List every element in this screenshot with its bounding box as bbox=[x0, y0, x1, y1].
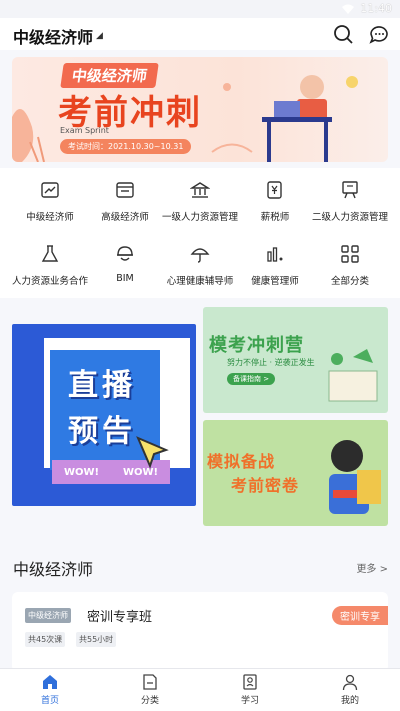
category-grid: 中级经济师 高级经济师 一级人力资源管理 薪税师 二级人力资源管理 人力资源业务… bbox=[0, 168, 400, 298]
section-more-link[interactable]: 更多 > bbox=[356, 560, 388, 575]
mock-camp-card[interactable]: 模考冲刺营 努力不停止 · 逆袭正发生 备课指南 > bbox=[203, 307, 388, 413]
caret-down-icon[interactable]: ◢ bbox=[96, 31, 103, 41]
live-preview-card[interactable]: 直播 预告 WOW! WOW! bbox=[12, 324, 196, 506]
yen-doc-icon bbox=[267, 181, 282, 199]
flask-icon bbox=[41, 245, 59, 262]
banner-subtitle: Exam Sprint bbox=[60, 126, 109, 135]
course-card[interactable]: 中级经济师 密训专享班 密训专享 共45次课 共55小时 bbox=[12, 592, 388, 672]
top-bar: 中级经济师 ◢ bbox=[0, 18, 400, 50]
student-illustration bbox=[329, 440, 381, 514]
tab-home[interactable]: 首页 bbox=[20, 673, 80, 706]
category-item-hrbp[interactable]: 人力资源业务合作 bbox=[10, 244, 90, 287]
course-lessons: 共45次课 bbox=[25, 632, 66, 647]
book-illustration bbox=[328, 349, 378, 402]
tab-study[interactable]: 学习 bbox=[220, 673, 280, 706]
easel-icon bbox=[342, 181, 358, 199]
exam-sprint-banner[interactable]: 中级经济师 考前冲刺 Exam Sprint 考试时间：2021.10.30~1… bbox=[12, 57, 388, 162]
bottom-tab-bar: 首页 分类 学习 我的 bbox=[0, 668, 400, 711]
course-hours: 共55小时 bbox=[76, 632, 117, 647]
camp-guide-button[interactable]: 备课指南 > bbox=[227, 373, 276, 385]
window-icon bbox=[116, 182, 134, 198]
tab-category[interactable]: 分类 bbox=[120, 673, 180, 706]
bars-icon bbox=[267, 247, 283, 262]
camp-title: 模考冲刺营 bbox=[209, 335, 304, 356]
category-item-bim[interactable]: BIM bbox=[85, 244, 165, 284]
helmet-icon bbox=[117, 246, 133, 261]
category-item-erji-hr[interactable]: 二级人力资源管理 bbox=[310, 180, 390, 223]
course-tag: 中级经济师 bbox=[25, 608, 71, 623]
tab-mine[interactable]: 我的 bbox=[320, 673, 380, 706]
course-name: 密训专享班 bbox=[87, 610, 153, 625]
mock-exam-card[interactable]: 模拟备战 考前密卷 bbox=[203, 420, 388, 526]
home-icon bbox=[43, 675, 57, 689]
category-item-jiankang[interactable]: 健康管理师 bbox=[235, 244, 315, 287]
live-title-line2: 预告 bbox=[68, 414, 136, 449]
message-icon[interactable] bbox=[368, 23, 390, 45]
wifi-icon bbox=[342, 4, 355, 14]
category-item-yiji-hr[interactable]: 一级人力资源管理 bbox=[160, 180, 240, 223]
grid-icon bbox=[341, 245, 359, 263]
live-title-line1: 直播 bbox=[68, 368, 136, 403]
mock-title-line1: 模拟备战 bbox=[207, 452, 276, 471]
search-icon[interactable] bbox=[332, 23, 354, 45]
cursor-icon bbox=[136, 436, 169, 469]
page-title[interactable]: 中级经济师 bbox=[13, 24, 93, 48]
study-icon bbox=[243, 674, 257, 690]
user-icon bbox=[342, 674, 358, 691]
category-item-xinshui[interactable]: 薪税师 bbox=[235, 180, 315, 223]
mock-title-line2: 考前密卷 bbox=[231, 476, 300, 495]
section-title: 中级经济师 bbox=[13, 560, 94, 579]
category-item-all[interactable]: 全部分类 bbox=[310, 244, 390, 287]
umbrella-icon bbox=[190, 248, 210, 263]
status-bar: 11:40 bbox=[0, 0, 400, 18]
bank-icon bbox=[190, 182, 210, 198]
course-badge: 密训专享 bbox=[332, 606, 388, 625]
category-item-gaoji[interactable]: 高级经济师 bbox=[85, 180, 165, 223]
category-item-zhongji[interactable]: 中级经济师 bbox=[10, 180, 90, 223]
camp-subtitle: 努力不停止 · 逆袭正发生 bbox=[227, 358, 315, 367]
category-item-xinli[interactable]: 心理健康辅导师 bbox=[160, 244, 240, 287]
category-icon bbox=[143, 674, 157, 690]
status-time: 11:40 bbox=[360, 2, 392, 15]
banner-exam-date: 考试时间：2021.10.30~10.31 bbox=[60, 139, 192, 154]
chart-icon bbox=[41, 182, 59, 198]
